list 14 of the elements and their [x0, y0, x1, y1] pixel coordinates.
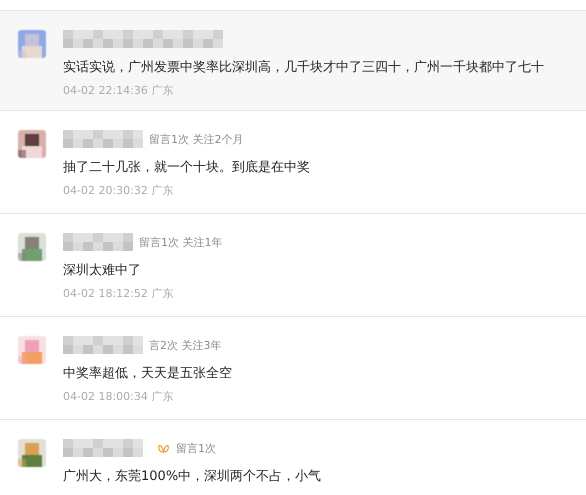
user-stats: 言2次 关注3年	[149, 338, 222, 352]
comment-text: 中奖率超低，天天是五张全空	[63, 365, 232, 382]
comment-time: 04-02 22:14:36 广东	[63, 83, 174, 98]
comment-text: 深圳太难中了	[63, 262, 142, 279]
comment-time: 04-02 18:00:34 广东	[63, 389, 174, 404]
blurred-name	[63, 233, 133, 251]
comment-time: 04-02 18:12:52 广东	[63, 286, 174, 301]
comment-text: 实话实说，广州发票中奖率比深圳高，几千块才中了三四十，广州一千块都中了七十	[63, 59, 544, 76]
user-stats: 留言1次 关注1年	[139, 234, 222, 250]
comment-text: 广州大，东莞100%中，深圳两个不占，小气	[63, 468, 322, 485]
user-stats: 留言1次 关注2个月	[149, 132, 244, 146]
comment-time: 04-02 20:30:32 广东	[63, 183, 174, 198]
comment-text: 抽了二十几张，就一个十块。到底是在中奖	[63, 159, 310, 176]
user-stats: 留言1次	[176, 440, 216, 456]
